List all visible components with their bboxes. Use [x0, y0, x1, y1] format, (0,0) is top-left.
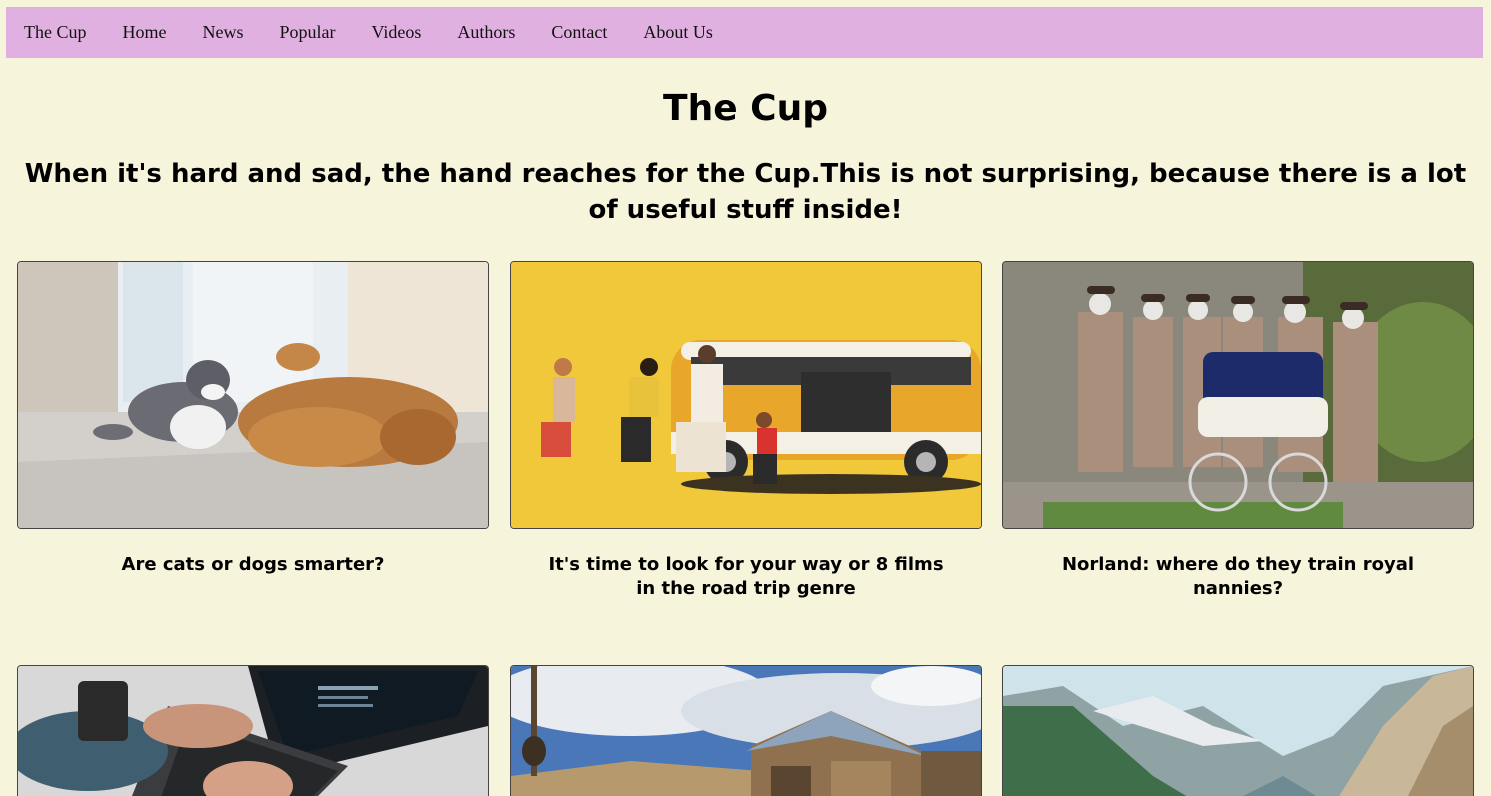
nav-link-popular[interactable]: Popular: [280, 22, 336, 43]
old-wooden-house-image[interactable]: [510, 665, 982, 796]
page-subtitle: When it's hard and sad, the hand reaches…: [24, 159, 1467, 225]
nav-link-contact[interactable]: Contact: [551, 22, 607, 43]
article-title[interactable]: Are cats or dogs smarter?: [17, 553, 489, 577]
laptop-typing-image[interactable]: [17, 665, 489, 796]
mountain-valley-image[interactable]: [1002, 665, 1474, 796]
yellow-van-runners-image[interactable]: [510, 261, 982, 529]
nannies-with-pram-image[interactable]: [1002, 261, 1474, 529]
cat-and-dog-image[interactable]: [17, 261, 489, 529]
article-card-old-house[interactable]: [510, 665, 982, 796]
nav-link-home[interactable]: Home: [123, 22, 167, 43]
article-card-road-trip[interactable]: It's time to look for your way or 8 film…: [510, 261, 982, 601]
nav-link-about-us[interactable]: About Us: [643, 22, 713, 43]
nav-link-authors[interactable]: Authors: [457, 22, 515, 43]
article-title[interactable]: It's time to look for your way or 8 film…: [510, 553, 982, 601]
nav-link-the-cup[interactable]: The Cup: [24, 22, 87, 43]
article-card-mountains[interactable]: [1002, 665, 1474, 796]
page-title: The Cup: [663, 88, 828, 129]
nav-link-news[interactable]: News: [203, 22, 244, 43]
nav-link-videos[interactable]: Videos: [372, 22, 422, 43]
article-title[interactable]: Norland: where do they train royal nanni…: [1002, 553, 1474, 601]
top-navbar: The Cup Home News Popular Videos Authors…: [6, 7, 1483, 58]
article-card-cats-dogs[interactable]: Are cats or dogs smarter?: [17, 261, 489, 577]
article-card-laptop[interactable]: [17, 665, 489, 796]
article-card-norland[interactable]: Norland: where do they train royal nanni…: [1002, 261, 1474, 601]
